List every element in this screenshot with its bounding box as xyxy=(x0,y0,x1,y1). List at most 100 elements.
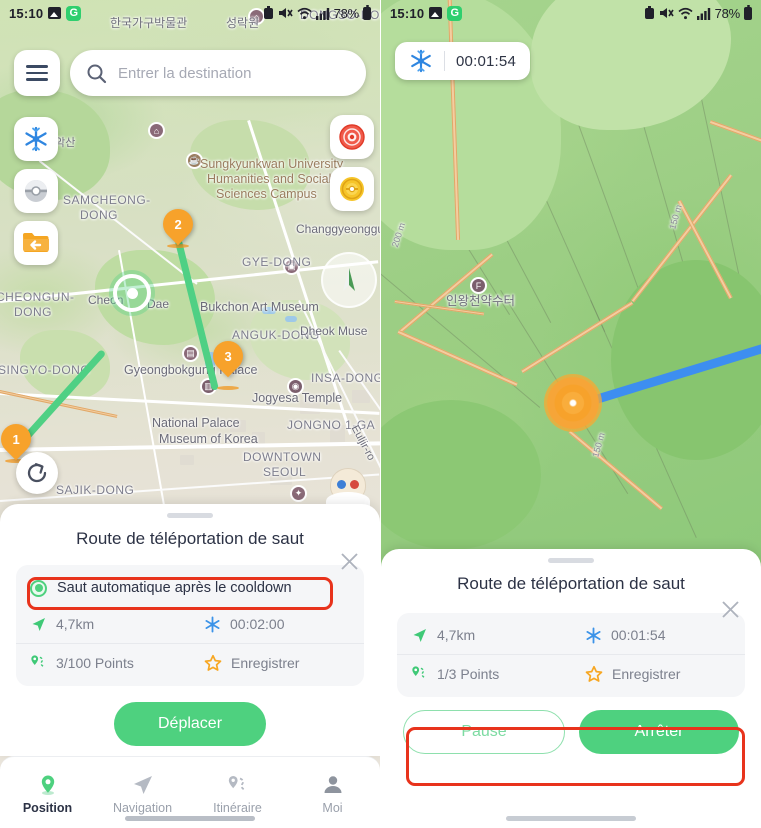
battery-icon xyxy=(744,4,752,20)
pause-button[interactable]: Pause xyxy=(403,709,565,754)
pin-label: 1 xyxy=(12,431,20,447)
coin-gold-icon xyxy=(340,177,364,201)
points-value: 1/3 Points xyxy=(437,665,500,682)
map-label: DOWNTOWN xyxy=(243,450,322,464)
cooldown-timer-chip[interactable]: 00:01:54 xyxy=(395,42,530,80)
primary-action-row: Déplacer xyxy=(0,686,380,746)
mute-icon xyxy=(659,6,674,20)
panel-divider xyxy=(380,0,381,828)
pin-label: 3 xyxy=(224,348,232,364)
battery-percent: 78% xyxy=(714,5,741,21)
wifi-icon xyxy=(678,7,693,20)
status-time: 15:10 xyxy=(9,5,44,21)
location-pin-icon xyxy=(41,775,54,795)
save-cell[interactable]: Enregistrer xyxy=(190,644,364,682)
map-label: National Palace xyxy=(152,416,240,430)
auto-jump-option[interactable]: Saut automatique après le cooldown xyxy=(16,569,364,606)
status-right-group: 78% xyxy=(263,4,371,21)
signal-icon xyxy=(315,7,330,20)
tab-label: Itinéraire xyxy=(213,801,262,815)
folder-import-button[interactable] xyxy=(14,221,58,265)
coin-button[interactable] xyxy=(330,167,374,211)
tab-label: Position xyxy=(22,801,73,815)
stop-button[interactable]: Arrêter xyxy=(579,709,739,754)
current-position-pulse xyxy=(544,374,602,432)
sheet-close-button[interactable] xyxy=(336,548,362,574)
distance-value: 4,7km xyxy=(56,616,95,633)
cooldown-cell: 00:01:54 xyxy=(571,617,745,655)
timer-value: 00:01:54 xyxy=(456,52,516,70)
menu-button[interactable] xyxy=(14,50,60,96)
playback-controls: Pause Arrêter xyxy=(381,697,761,754)
cooldown-value: 00:02:00 xyxy=(230,616,285,633)
distance-value: 4,7km xyxy=(437,627,476,644)
route-stats: 4,7km 00:02:00 3/100 Points Enregistrer xyxy=(16,606,364,682)
move-button[interactable]: Déplacer xyxy=(114,701,266,746)
auto-jump-label: Saut automatique après le cooldown xyxy=(57,580,292,597)
person-icon xyxy=(324,776,341,793)
sheet-close-button[interactable] xyxy=(717,596,743,622)
grammarly-icon: G xyxy=(447,5,463,21)
points-cell: 1/3 Points xyxy=(397,655,571,693)
snowflake-icon xyxy=(205,616,220,633)
refresh-button[interactable] xyxy=(16,452,58,494)
status-right-group: 78% xyxy=(644,4,752,21)
distance-cell: 4,7km xyxy=(397,617,571,655)
status-left-group: 15:10 G xyxy=(9,5,82,21)
app-root: ⌂ ⌂ ☕ ▣ ▤ ▥ ◉ ✦ 한국가구박물관 성락원 DONGSO-DONG … xyxy=(0,0,761,828)
snowflake-icon xyxy=(25,126,47,152)
tab-label: Moi xyxy=(322,801,343,815)
refresh-icon xyxy=(27,463,47,483)
status-bar-right: 15:10 G 78% xyxy=(381,0,761,26)
battery-percent: 78% xyxy=(333,5,360,21)
route-stats: 4,7km 00:01:54 1/3 Points Enregistrer xyxy=(397,617,745,693)
tab-me[interactable]: Moi xyxy=(285,757,380,828)
search-placeholder: Entrer la destination xyxy=(118,64,252,82)
pin-label: 2 xyxy=(174,216,182,232)
home-indicator xyxy=(506,816,636,821)
route-pin-icon xyxy=(31,655,44,668)
distance-cell: 4,7km xyxy=(16,606,190,644)
battery-icon xyxy=(363,4,371,20)
snowflake-icon xyxy=(586,627,601,644)
star-icon xyxy=(204,654,222,671)
cooldown-cell: 00:02:00 xyxy=(190,606,364,644)
star-icon xyxy=(585,665,603,682)
chip-divider xyxy=(444,51,445,71)
current-position-indicator xyxy=(109,270,155,316)
map-label: GYE-DONG xyxy=(242,255,312,269)
route-info-card: 4,7km 00:01:54 1/3 Points Enregistrer xyxy=(397,612,745,697)
close-icon xyxy=(721,600,739,618)
radar-red-icon xyxy=(339,124,365,150)
grammarly-icon: G xyxy=(66,5,82,21)
cooldown-value: 00:01:54 xyxy=(611,627,666,644)
wifi-icon xyxy=(297,7,312,20)
map-label: Changgyeonggung xyxy=(296,222,380,236)
map-label: DONG xyxy=(14,305,52,319)
map-label: DONG xyxy=(80,208,118,222)
radio-selected-icon[interactable] xyxy=(30,579,47,597)
route-pin-icon xyxy=(228,776,245,791)
close-icon xyxy=(340,552,358,570)
points-cell: 3/100 Points xyxy=(16,644,190,682)
bottom-sheet-left: Route de téléportation de saut Saut auto… xyxy=(0,504,380,756)
tab-position[interactable]: Position xyxy=(0,757,95,828)
snowflake-button[interactable] xyxy=(14,117,58,161)
left-screen: ⌂ ⌂ ☕ ▣ ▤ ▥ ◉ ✦ 한국가구박물관 성락원 DONGSO-DONG … xyxy=(0,0,380,828)
status-time: 15:10 xyxy=(390,5,425,21)
signal-icon xyxy=(696,7,711,20)
battery-saver-icon xyxy=(263,6,274,20)
mute-icon xyxy=(278,6,293,20)
gallery-icon xyxy=(429,7,443,19)
route-pin-2[interactable]: 2 xyxy=(156,202,200,246)
folder-arrow-icon xyxy=(23,233,49,252)
pokeball-gray-button[interactable] xyxy=(14,169,58,213)
route-pin-icon xyxy=(412,666,425,679)
save-cell[interactable]: Enregistrer xyxy=(571,655,745,693)
search-row: Entrer la destination xyxy=(14,50,366,96)
right-screen: F 200 m 150 m 150 m 인왕천약수터 15:10 G 78% 0… xyxy=(381,0,761,828)
search-input[interactable]: Entrer la destination xyxy=(70,50,366,96)
compass-icon[interactable] xyxy=(321,252,377,308)
radar-button[interactable] xyxy=(330,115,374,159)
gallery-icon xyxy=(48,7,62,19)
